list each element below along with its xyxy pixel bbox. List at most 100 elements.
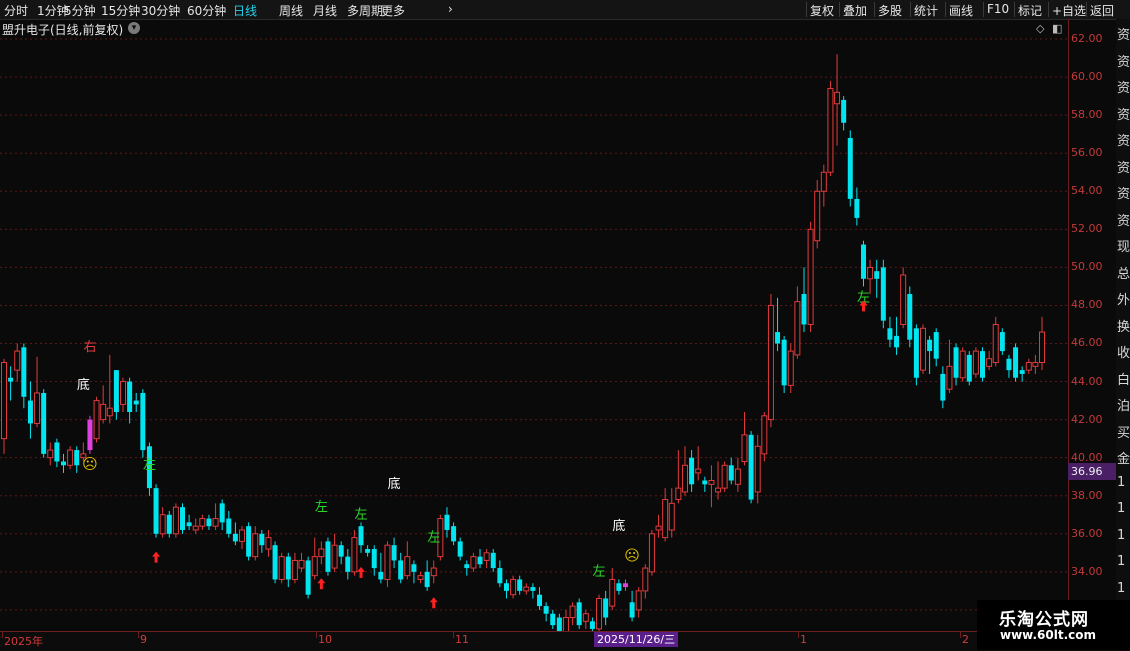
candle — [232, 522, 238, 546]
candle — [894, 316, 900, 355]
candle — [887, 316, 893, 348]
candle — [609, 568, 616, 610]
candle — [212, 503, 219, 530]
side-panel-char: 资 — [1117, 187, 1130, 202]
candle-body — [351, 537, 358, 573]
candle-body — [61, 461, 67, 466]
candle — [781, 335, 787, 393]
tab-5[interactable]: 60分钟 — [187, 2, 226, 19]
candle-body — [887, 328, 893, 340]
candle — [470, 552, 477, 572]
candle — [378, 552, 384, 584]
side-panel-char: 1 — [1117, 474, 1126, 490]
candle — [589, 617, 595, 631]
candle — [629, 590, 635, 622]
side-panel-char: 资 — [1117, 160, 1130, 176]
candle — [199, 514, 206, 530]
candle-body — [404, 556, 411, 577]
candle-body — [424, 571, 430, 588]
side-panel-char: 1 — [1117, 580, 1126, 596]
candle-body — [596, 597, 603, 630]
candle-body — [907, 294, 913, 340]
candle — [616, 579, 622, 595]
candle — [913, 324, 919, 386]
candle-body — [199, 518, 206, 527]
candle — [54, 438, 60, 468]
candle — [959, 347, 966, 382]
candles — [1, 54, 1045, 631]
tab-9[interactable]: 多周期 — [347, 2, 383, 19]
candle — [537, 587, 543, 610]
tab-0[interactable]: 分时 — [4, 2, 28, 19]
candle-body — [675, 487, 682, 501]
price-tick-label: 42.00 — [1071, 412, 1103, 426]
candle — [543, 602, 549, 622]
candle-body — [775, 332, 781, 344]
candle-body — [582, 613, 589, 622]
side-panel-char: 买 — [1117, 425, 1130, 441]
candle-body — [689, 457, 695, 485]
tab-10[interactable]: 更多 — [381, 2, 405, 19]
candle — [272, 541, 278, 584]
up-arrow-icon — [317, 578, 326, 590]
candle-body — [291, 559, 298, 580]
tool-button-0[interactable]: 复权 — [810, 2, 834, 19]
watermark-title: 乐淘公式网 — [999, 610, 1089, 630]
candle-body — [668, 502, 675, 531]
candle-body — [398, 560, 404, 580]
candle-body — [708, 480, 715, 485]
chevron-right-icon[interactable]: › — [448, 2, 453, 16]
candle-body — [900, 274, 907, 325]
tool-button-2[interactable]: 多股 — [878, 2, 902, 19]
tab-6[interactable]: 日线 — [233, 2, 257, 19]
tool-button-7[interactable]: +自选 — [1052, 2, 1086, 19]
kline-chart[interactable]: 右底☹ 左左左底左左底☹左 — [0, 19, 1068, 631]
candle-body — [503, 583, 509, 591]
side-panel-char: 现 — [1117, 240, 1130, 255]
tool-button-1[interactable]: 叠加 — [843, 2, 867, 19]
candle-body — [715, 487, 722, 493]
date-axis: 2025年 9 10 11 1 2 2025/11/26/三 — [0, 631, 1130, 651]
date-label: 11 — [455, 633, 469, 646]
candle-body — [1019, 370, 1025, 374]
candle-body — [576, 602, 582, 626]
side-panel-char: 白 — [1117, 372, 1130, 388]
candle — [503, 579, 509, 599]
date-tick — [2, 632, 3, 638]
tool-button-8[interactable]: 返回 — [1090, 2, 1114, 19]
tab-8[interactable]: 月线 — [313, 2, 337, 19]
tool-button-3[interactable]: 统计 — [914, 2, 938, 19]
candle — [100, 385, 107, 424]
candle — [1039, 316, 1045, 371]
candle-body — [166, 514, 172, 534]
candle-body — [259, 533, 265, 546]
candle — [767, 294, 774, 428]
tool-button-4[interactable]: 画线 — [949, 2, 973, 19]
candle — [966, 351, 972, 386]
tab-7[interactable]: 周线 — [279, 2, 303, 19]
tool-button-5[interactable]: F10 — [987, 2, 1009, 16]
candle — [946, 339, 953, 393]
candle-body — [186, 522, 192, 527]
candle-body — [635, 590, 642, 611]
side-panel-char: 金 — [1117, 452, 1130, 467]
candle — [351, 529, 358, 576]
side-panel-char: 收 — [1117, 346, 1130, 361]
candle — [794, 286, 801, 359]
side-panel-char: 资 — [1117, 54, 1130, 70]
candle — [331, 533, 338, 572]
candle-body — [153, 488, 159, 534]
candle-body — [497, 568, 503, 584]
candle-body — [662, 499, 669, 539]
tab-3[interactable]: 15分钟 — [101, 2, 140, 19]
candle — [398, 552, 404, 584]
candle-body — [603, 598, 609, 618]
candle-body — [21, 347, 27, 397]
date-tick — [798, 632, 799, 638]
candle-body — [470, 556, 477, 569]
candle-body — [860, 244, 866, 279]
tab-4[interactable]: 30分钟 — [141, 2, 180, 19]
signal-label: 底 — [77, 377, 90, 393]
tab-2[interactable]: 5分钟 — [64, 2, 96, 19]
tool-button-6[interactable]: 标记 — [1018, 2, 1042, 19]
